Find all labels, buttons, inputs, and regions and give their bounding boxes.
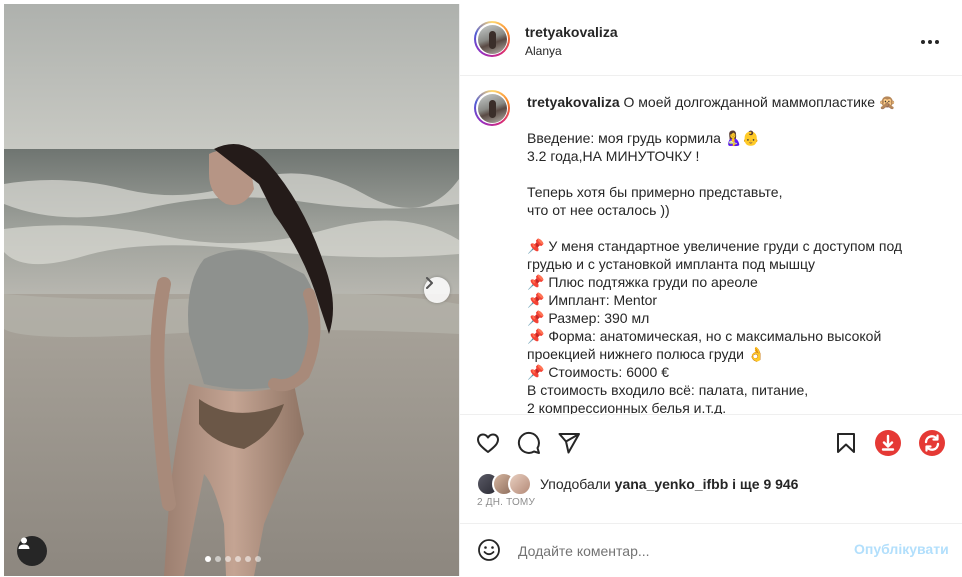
likes-summary: Уподобали yana_yenko_ifbb і ще 9 946 <box>476 472 798 496</box>
download-icon <box>875 430 901 456</box>
avatar[interactable] <box>474 21 510 57</box>
caption-line: 📌 Стоимость: 6000 € <box>527 364 670 380</box>
heart-icon <box>477 433 499 453</box>
emoji-button[interactable] <box>477 538 501 562</box>
post-panel: tretyakovaliza Alanya tretyakovaliza О м… <box>459 4 962 576</box>
header-location[interactable]: Alanya <box>525 44 562 58</box>
post-caption: tretyakovaliza О моей долгожданной маммо… <box>527 93 947 414</box>
tagged-users-button[interactable] <box>17 536 47 566</box>
caption-line: 3.2 года,НА МИНУТОЧКУ ! <box>527 148 700 164</box>
caption-line: В стоимость входило всё: палата, питание… <box>527 382 809 398</box>
more-horizontal-icon <box>921 40 939 44</box>
caption-line: Теперь хотя бы примерно представьте, <box>527 184 783 200</box>
avatar-image <box>477 93 507 123</box>
share-button[interactable] <box>557 431 581 455</box>
comment-icon <box>517 431 540 454</box>
caption-line: грудью и с установкой импланта под мышцу <box>527 256 816 272</box>
carousel-dot <box>235 556 241 562</box>
carousel-dot <box>245 556 251 562</box>
carousel-dot <box>215 556 221 562</box>
post-timestamp[interactable]: 2 ДН. ТОМУ <box>477 497 535 508</box>
caption-line: проекцией нижнего полюса груди 👌 <box>527 346 766 362</box>
download-button[interactable] <box>874 429 902 457</box>
post-dialog: tretyakovaliza Alanya tretyakovaliza О м… <box>0 0 962 576</box>
bookmark-icon <box>837 433 855 453</box>
caption-line: Введение: моя грудь кормила 🤱👶 <box>527 130 760 146</box>
caption-line: 📌 Имплант: Mentor <box>527 292 658 308</box>
user-icon <box>18 537 30 549</box>
caption-line: что от нее осталось )) <box>527 202 670 218</box>
liker-username[interactable]: yana_yenko_ifbb <box>615 476 729 492</box>
repost-button[interactable] <box>918 429 946 457</box>
comment-button[interactable] <box>517 431 541 455</box>
caption-username[interactable]: tretyakovaliza <box>527 94 620 110</box>
repost-icon <box>919 430 945 456</box>
carousel-dot <box>255 556 261 562</box>
comment-box: Опублікувати <box>460 523 962 577</box>
more-options-button[interactable] <box>920 30 940 48</box>
emoji-icon <box>478 539 500 561</box>
post-header: tretyakovaliza Alanya <box>460 4 962 76</box>
share-icon <box>558 433 580 454</box>
next-slide-button[interactable] <box>424 277 450 303</box>
post-media[interactable] <box>4 4 459 576</box>
caption-line <box>527 165 947 183</box>
header-username[interactable]: tretyakovaliza <box>525 24 618 40</box>
likes-middle[interactable]: і ще <box>732 476 759 492</box>
caption-title: О моей долгожданной маммопластике 🙊 <box>623 94 897 110</box>
chevron-right-icon <box>426 277 433 289</box>
caption-avatar[interactable] <box>474 90 510 126</box>
likes-count[interactable]: 9 946 <box>763 476 798 492</box>
action-bar <box>460 414 962 477</box>
beach-photo <box>4 4 459 576</box>
liker-avatar[interactable] <box>508 472 532 496</box>
likes-prefix: Уподобали <box>540 476 611 492</box>
save-button[interactable] <box>834 431 858 455</box>
caption-line: 2 компрессионных белья и.т.д. <box>527 400 727 414</box>
caption-lines: Введение: моя грудь кормила 🤱👶 3.2 года,Н… <box>527 111 947 414</box>
caption-line: 📌 Форма: анатомическая, но с максимально… <box>527 328 882 344</box>
like-button[interactable] <box>476 431 500 455</box>
caption-line: 📌 Размер: 390 мл <box>527 310 650 326</box>
carousel-dot <box>225 556 231 562</box>
carousel-dot <box>205 556 211 562</box>
caption-line <box>527 219 947 237</box>
caption-line: 📌 У меня стандартное увеличение груди с … <box>527 238 903 254</box>
comment-input[interactable] <box>516 538 840 564</box>
caption-line: 📌 Плюс подтяжка груди по ареоле <box>527 274 758 290</box>
publish-button[interactable]: Опублікувати <box>854 541 949 557</box>
comments-area[interactable]: tretyakovaliza О моей долгожданной маммо… <box>460 76 962 414</box>
caption-line <box>527 111 947 129</box>
avatar-image <box>477 24 507 54</box>
carousel-indicators <box>205 556 261 562</box>
